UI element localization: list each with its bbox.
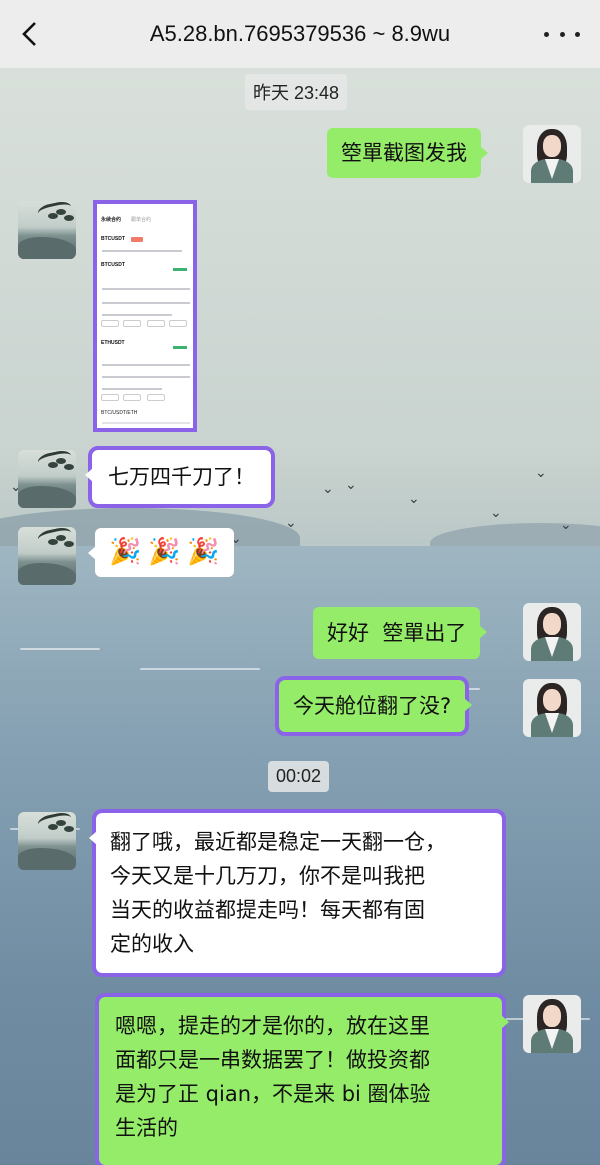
bird-icon: ⌄ bbox=[490, 505, 502, 521]
message-text-line: 翻了哦，最近都是稳定一天翻一仓， bbox=[110, 830, 446, 854]
message-text-line: 嗯嗯，提走的才是你的，放在这里 bbox=[115, 1014, 430, 1038]
message-bubble-outgoing[interactable]: 今天舱位翻了没? bbox=[274, 676, 473, 736]
bird-icon: ⌄ bbox=[285, 515, 297, 531]
image-symbol: BTCUSDT bbox=[101, 262, 125, 268]
chevron-left-icon[interactable] bbox=[14, 18, 44, 50]
sea-glint bbox=[140, 668, 260, 670]
message-bubble-incoming[interactable]: 七万四千刀了！ bbox=[85, 446, 275, 508]
message-bubble-outgoing[interactable]: 箜單截图发我 bbox=[327, 128, 488, 178]
contact-avatar[interactable] bbox=[18, 450, 76, 508]
message-text-line: 生活的 bbox=[115, 1116, 178, 1140]
image-symbol: ETHUSDT bbox=[101, 340, 125, 346]
bird-icon: ⌄ bbox=[535, 465, 547, 481]
timestamp: 昨天 23:48 bbox=[245, 74, 348, 110]
bird-icon: ⌄ bbox=[408, 491, 420, 507]
message-bubble-outgoing[interactable]: 嗯嗯，提走的才是你的，放在这里 面都只是一串数据罢了！做投资都 是为了正 qia… bbox=[95, 993, 509, 1165]
image-footer: BTC/USDT/ETH bbox=[101, 410, 138, 416]
sea-glint bbox=[20, 648, 100, 650]
message-bubble-incoming[interactable]: 翻了哦，最近都是稳定一天翻一仓， 今天又是十几万刀，你不是叫我把 当天的收益都提… bbox=[89, 809, 506, 977]
message-text: 七万四千刀了！ bbox=[108, 465, 255, 489]
image-tab: 跟单合约 bbox=[131, 217, 152, 223]
party-popper-icon: 🎉 bbox=[109, 537, 142, 567]
user-avatar[interactable] bbox=[523, 995, 581, 1053]
message-bubble-incoming[interactable]: 🎉 🎉 🎉 bbox=[88, 528, 234, 577]
image-green-value bbox=[173, 346, 187, 349]
message-text-line: 定的收入 bbox=[110, 932, 194, 956]
message-text-line: 是为了正 qian，不是来 bi 圈体验 bbox=[115, 1082, 431, 1106]
contact-avatar[interactable] bbox=[18, 812, 76, 870]
party-popper-icon: 🎉 bbox=[187, 537, 220, 567]
user-avatar[interactable] bbox=[523, 603, 581, 661]
contact-avatar[interactable] bbox=[18, 201, 76, 259]
message-text-line: 今天又是十几万刀，你不是叫我把 bbox=[110, 864, 425, 888]
image-chip bbox=[131, 237, 143, 242]
more-dots-icon[interactable] bbox=[544, 22, 580, 46]
contact-avatar[interactable] bbox=[18, 527, 76, 585]
user-avatar[interactable] bbox=[523, 679, 581, 737]
message-text: 好好 箜單出了 bbox=[327, 621, 467, 645]
image-symbol: BTCUSDT bbox=[101, 236, 125, 242]
bird-icon: ⌄ bbox=[322, 481, 334, 497]
message-text: 今天舱位翻了没? bbox=[293, 694, 452, 718]
message-text-line: 当天的收益都提走吗！每天都有固 bbox=[110, 898, 425, 922]
chat-header: A5.28.bn.7695379536 ~ 8.9wu bbox=[0, 0, 600, 68]
timestamp: 00:02 bbox=[268, 761, 330, 792]
user-avatar[interactable] bbox=[523, 125, 581, 183]
message-text-line: 面都只是一串数据罢了！做投资都 bbox=[115, 1048, 430, 1072]
image-green-value bbox=[173, 268, 187, 271]
bird-icon: ⌄ bbox=[560, 517, 572, 533]
image-tab: 永续合约 bbox=[101, 217, 122, 223]
screenshot-image-message[interactable]: 永续合约 跟单合约 BTCUSDT BTCUSDT ETHUSDT BTC/US… bbox=[93, 200, 197, 432]
message-text: 箜單截图发我 bbox=[341, 141, 467, 165]
chat-title: A5.28.bn.7695379536 ~ 8.9wu bbox=[149, 21, 451, 46]
party-popper-icon: 🎉 bbox=[148, 537, 181, 567]
bird-icon: ⌄ bbox=[345, 477, 357, 493]
message-bubble-outgoing[interactable]: 好好 箜單出了 bbox=[313, 607, 488, 659]
